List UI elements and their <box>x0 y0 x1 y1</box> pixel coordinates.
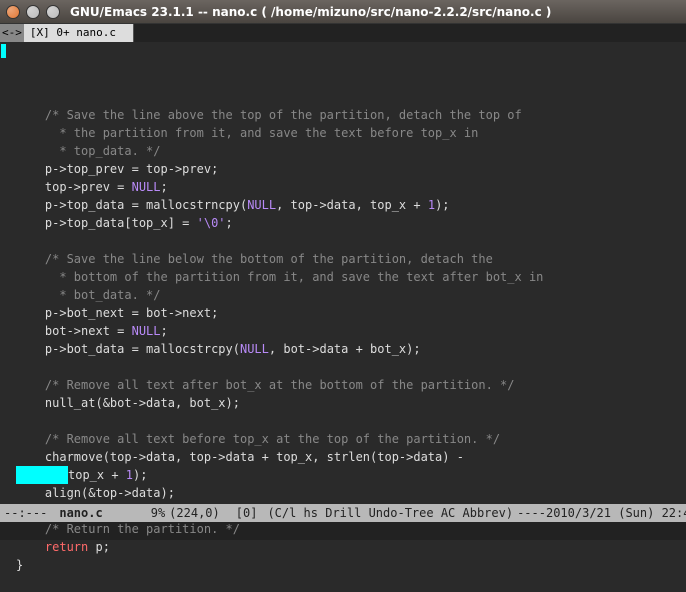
code-line: , bot->data + bot_x); <box>269 342 421 356</box>
keyword: NULL <box>240 342 269 356</box>
comment: * bot_data. */ <box>52 288 160 302</box>
number: 1 <box>126 468 133 482</box>
code-line: p; <box>88 540 110 554</box>
number: 1 <box>428 198 435 212</box>
comment: /* Remove all text before top_x at the t… <box>45 432 500 446</box>
keyword: NULL <box>132 324 161 338</box>
comment: * bottom of the partition from it, and s… <box>52 270 543 284</box>
code-line: ); <box>133 468 147 482</box>
maximize-icon[interactable] <box>46 5 60 19</box>
code-line: ; <box>226 216 233 230</box>
code-line: ; <box>161 324 168 338</box>
tab-active[interactable]: [X] 0+ nano.c <box>24 24 134 42</box>
comment: * top_data. */ <box>52 144 160 158</box>
code-line: p->top_prev = top->prev; <box>45 162 218 176</box>
code-line: bot->next = <box>45 324 132 338</box>
keyword: return <box>45 540 88 554</box>
comment: * the partition from it, and save the te… <box>52 126 478 140</box>
code-line: null_at(&bot->data, bot_x); <box>45 396 240 410</box>
tab-nav-arrows[interactable]: <-> <box>0 24 24 42</box>
tab-close-marker[interactable]: [X] <box>30 26 50 39</box>
window-controls <box>6 5 60 19</box>
code-line: charmove(top->data, top->data + top_x, s… <box>45 450 464 464</box>
code-line: ; <box>161 180 168 194</box>
fringe-indicator <box>1 44 6 58</box>
tab-label: 0+ nano.c <box>56 26 116 39</box>
minimize-icon[interactable] <box>26 5 40 19</box>
selection-region <box>16 466 68 484</box>
comment: /* Save the line below the bottom of the… <box>45 252 493 266</box>
code-content[interactable]: /* Save the line above the top of the pa… <box>4 88 686 574</box>
comment: /* Return the partition. */ <box>45 522 240 536</box>
code-line: p->bot_next = bot->next; <box>45 306 218 320</box>
code-line: align(&top->data); <box>45 486 175 500</box>
code-line: top->prev = <box>45 180 132 194</box>
code-line: p->top_data = mallocstrncpy( <box>45 198 247 212</box>
code-line: p->bot_data = mallocstrcpy( <box>45 342 240 356</box>
tab-bar: <-> [X] 0+ nano.c <box>0 24 686 42</box>
window-title: GNU/Emacs 23.1.1 -- nano.c ( /home/mizun… <box>70 5 551 19</box>
titlebar: GNU/Emacs 23.1.1 -- nano.c ( /home/mizun… <box>0 0 686 24</box>
code-line: } <box>16 558 23 572</box>
code-line: ); <box>435 198 449 212</box>
keyword: NULL <box>132 180 161 194</box>
comment: /* Remove all text after bot_x at the bo… <box>45 378 515 392</box>
editor-area[interactable]: /* Save the line above the top of the pa… <box>0 42 686 504</box>
code-line: , top->data, top_x + <box>276 198 428 212</box>
code-line: top_x + <box>68 468 126 482</box>
close-icon[interactable] <box>6 5 20 19</box>
code-line: p->top_data[top_x] = <box>45 216 197 230</box>
keyword: NULL <box>247 198 276 212</box>
string: '\0' <box>197 216 226 230</box>
comment: /* Save the line above the top of the pa… <box>45 108 522 122</box>
